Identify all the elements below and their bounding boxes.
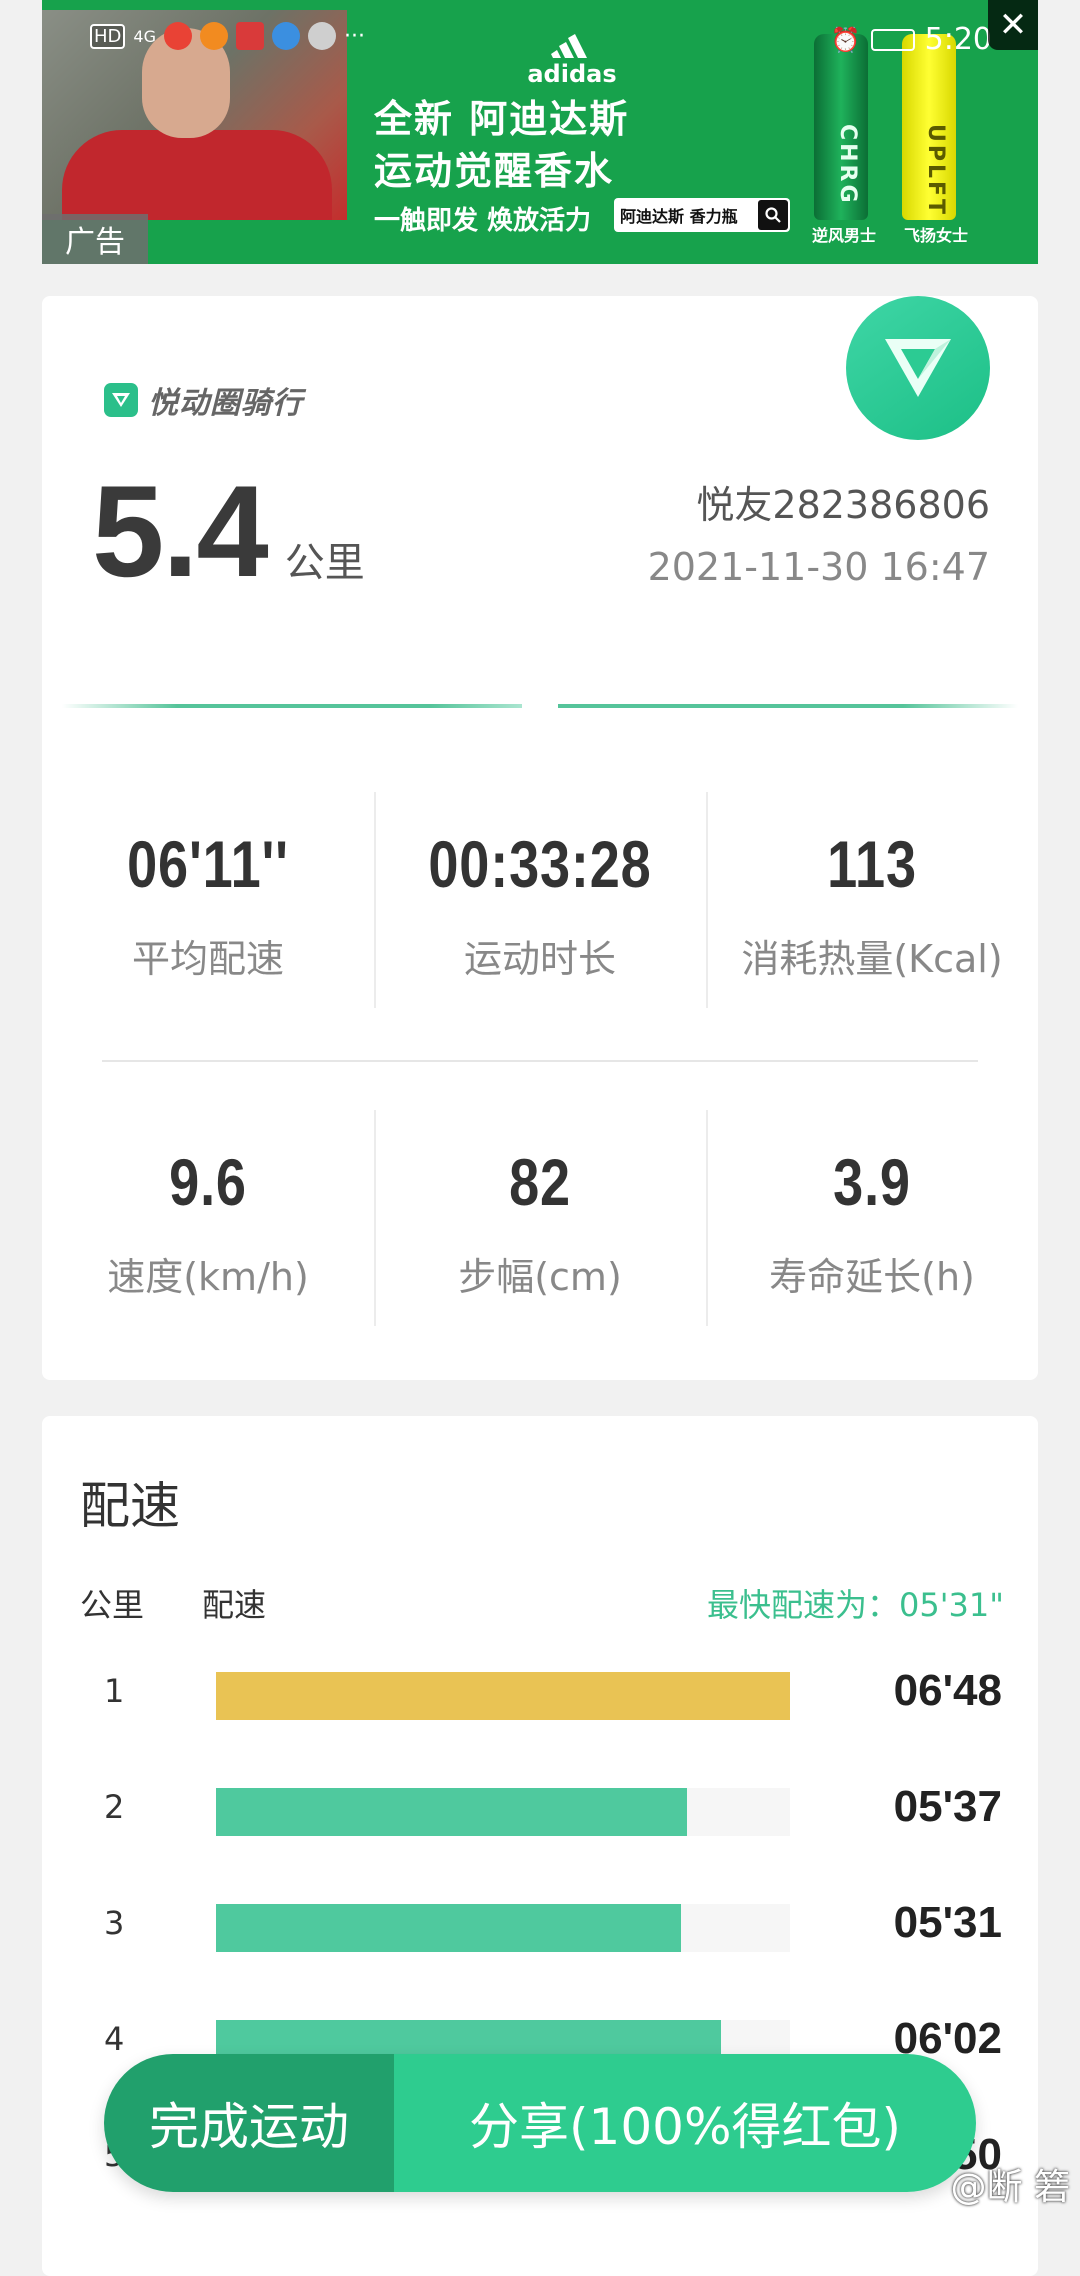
alarm-icon: ⏰: [830, 25, 861, 54]
share-button[interactable]: 分享(100%得红包): [394, 2054, 976, 2192]
perfume-bottle-green: CHRG: [814, 34, 868, 220]
stat-stride: 82 步幅(cm): [374, 1110, 706, 1330]
distance-readout: 5.4 公里: [92, 456, 365, 606]
distance-unit: 公里: [284, 540, 365, 586]
divider: [102, 1060, 978, 1062]
pace-bar: [216, 1672, 790, 1720]
stat-value: 113: [827, 827, 917, 901]
brand-name: adidas: [527, 60, 617, 88]
hd-badge: HD: [90, 23, 126, 49]
bottle-label-yellow: 飞扬女士: [904, 226, 969, 245]
pace-row-km: 1: [104, 1672, 125, 1710]
app-notification-icon: [235, 22, 264, 50]
stat-calories: 113 消耗热量(Kcal): [706, 792, 1038, 1012]
pace-row: 2 05'37: [42, 1782, 1038, 1842]
app-notification-icon: [163, 22, 192, 50]
stat-value: 3.9: [833, 1145, 911, 1219]
stat-label: 消耗热量(Kcal): [741, 937, 1003, 981]
pace-bar-track: [216, 1672, 790, 1720]
stat-duration: 00:33:28 运动时长: [374, 792, 706, 1012]
perfume-bottle-yellow: UPLFT: [902, 34, 956, 220]
close-icon[interactable]: ✕: [988, 0, 1038, 50]
battery-icon: [870, 28, 915, 51]
app-notification-icon: [199, 22, 228, 50]
pace-row-time: 05'37: [893, 1782, 1002, 1831]
pace-column-km: 公里: [80, 1586, 145, 1624]
ad-headline: 全新 阿迪达斯: [374, 97, 630, 141]
pace-bar-track: [216, 1904, 790, 1952]
stat-label: 速度(km/h): [107, 1255, 309, 1299]
search-icon[interactable]: [758, 200, 788, 230]
stat-label: 寿命延长(h): [769, 1255, 975, 1299]
stat-value: 06'11'': [127, 827, 289, 901]
adidas-stripes-icon: [551, 34, 587, 58]
pace-row-km: 3: [104, 1904, 125, 1942]
distance-value: 5.4: [92, 458, 269, 604]
pace-row-time: 06'48: [893, 1666, 1002, 1715]
pace-title: 配速: [80, 1477, 180, 1535]
pace-bar-track: [216, 1788, 790, 1836]
bottle-label-green: 逆风男士: [812, 226, 877, 245]
pace-bar: [216, 1904, 681, 1952]
pace-bar: [216, 1788, 687, 1836]
clock: 5:20: [924, 22, 992, 57]
adidas-logo: adidas: [512, 34, 632, 88]
pace-row: 1 06'48: [42, 1666, 1038, 1726]
stat-label: 平均配速: [131, 937, 284, 981]
fastest-pace-label: 最快配速为：05'31": [707, 1586, 1004, 1624]
app-logo: 悦动圈骑行: [104, 378, 303, 422]
ad-banner[interactable]: HD 4G ··· 广告 adidas 全新 阿迪达斯 运动觉醒香水 一触即发 …: [42, 0, 1038, 264]
stats-row: 9.6 速度(km/h) 82 步幅(cm) 3.9 寿命延长(h): [42, 1110, 1038, 1330]
more-notifications-icon: ···: [343, 23, 365, 49]
stat-avg-pace: 06'11'' 平均配速: [42, 792, 374, 1012]
stat-value: 82: [509, 1145, 571, 1219]
pace-row: 3 05'31: [42, 1898, 1038, 1958]
stat-value: 9.6: [169, 1145, 247, 1219]
action-bar: 完成运动 分享(100%得红包): [104, 2054, 976, 2192]
pace-row-km: 4: [104, 2020, 125, 2058]
finish-workout-button[interactable]: 完成运动: [104, 2054, 394, 2192]
network-label: 4G: [133, 26, 156, 46]
stat-speed: 9.6 速度(km/h): [42, 1110, 374, 1330]
status-bar-left: HD 4G ···: [90, 22, 365, 50]
pace-row-km: 2: [104, 1788, 125, 1826]
status-bar-right: ⏰ 5:20: [831, 22, 992, 57]
ad-search-text: 阿迪达斯 香力瓶: [620, 207, 738, 226]
app-logo-icon: [104, 383, 138, 417]
app-notification-icon: [271, 22, 300, 50]
stat-life-extension: 3.9 寿命延长(h): [706, 1110, 1038, 1330]
stats-row: 06'11'' 平均配速 00:33:28 运动时长 113 消耗热量(Kcal…: [42, 792, 1038, 1012]
app-name: 悦动圈骑行: [148, 386, 303, 421]
stat-value: 00:33:28: [428, 827, 652, 901]
ad-subheadline: 运动觉醒香水: [374, 149, 615, 193]
user-name: 悦友282386806: [696, 483, 990, 527]
user-info: 悦友282386806 2021-11-30 16:47: [648, 474, 990, 589]
watermark: @断 箬: [950, 2167, 1070, 2208]
stat-label: 步幅(cm): [458, 1255, 622, 1299]
ad-search-box[interactable]: 阿迪达斯 香力瓶: [614, 198, 790, 232]
ad-tagline: 一触即发 焕放活力: [374, 206, 592, 236]
workout-summary-card: 悦动圈骑行 5.4 公里 悦友282386806 2021-11-30 16:4…: [42, 296, 1038, 1380]
ad-label: 广告: [42, 214, 148, 264]
health-notification-icon: [307, 22, 336, 50]
brand-badge-icon: [846, 296, 990, 440]
pace-row-time: 05'31: [893, 1898, 1002, 1947]
divider: [558, 704, 1018, 708]
pace-column-pace: 配速: [202, 1586, 267, 1624]
stat-label: 运动时长: [463, 937, 616, 981]
divider: [62, 704, 522, 708]
workout-datetime: 2021-11-30 16:47: [647, 545, 990, 589]
